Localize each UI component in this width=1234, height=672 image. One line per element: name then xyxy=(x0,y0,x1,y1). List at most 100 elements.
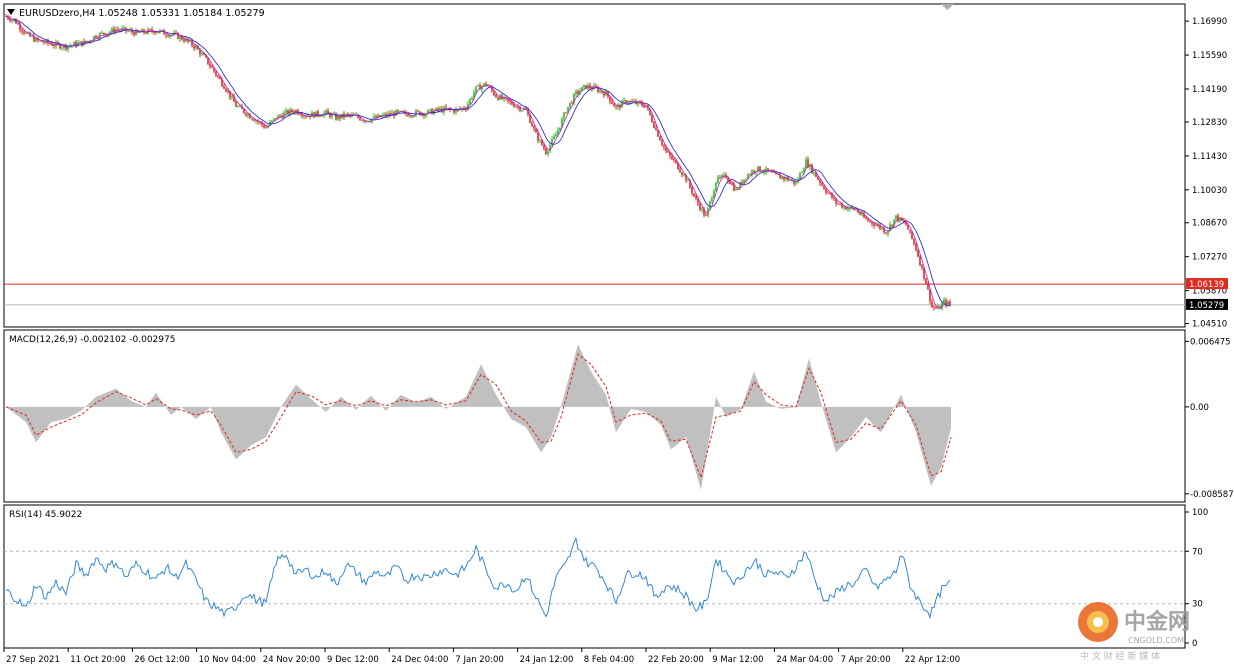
candle-up xyxy=(801,172,803,174)
candle-up xyxy=(735,188,737,191)
candle-down xyxy=(729,181,731,185)
candle-down xyxy=(375,116,377,118)
candle-up xyxy=(773,172,775,174)
candle-down xyxy=(927,284,929,290)
candle-down xyxy=(611,101,613,104)
candle-down xyxy=(837,203,839,205)
candle-down xyxy=(909,229,911,232)
candle-up xyxy=(179,36,181,39)
candle-down xyxy=(667,151,669,153)
candle-down xyxy=(193,45,195,49)
current-price-label: 1.05279 xyxy=(1189,301,1224,311)
price-panel[interactable]: EURUSDzero,H4 1.05248 1.05331 1.05184 1.… xyxy=(3,3,1186,328)
candle-down xyxy=(299,113,301,115)
candle-down xyxy=(705,215,707,217)
candle-down xyxy=(165,34,167,36)
candle-up xyxy=(429,109,431,111)
candle-down xyxy=(359,117,361,121)
candle-up xyxy=(723,174,725,176)
rsi-panel[interactable]: RSI(14) 45.9022 xyxy=(3,504,1186,649)
candle-up xyxy=(195,46,197,49)
candle-up xyxy=(687,180,689,182)
price-tick-label: 1.14190 xyxy=(1192,85,1227,95)
rsi-tick-label: 70 xyxy=(1192,547,1203,557)
price-tick-label: 1.10030 xyxy=(1192,186,1227,196)
candle-up xyxy=(795,182,797,184)
candle-up xyxy=(855,209,857,211)
cngold-watermark: 中金网 CNGOLD.COM 中 文 财 经 新 媒 体 xyxy=(1078,602,1190,662)
candle-up xyxy=(247,114,249,116)
candle-down xyxy=(731,184,733,185)
candle-down xyxy=(417,110,419,112)
candle-down xyxy=(235,101,237,107)
candle-down xyxy=(265,127,267,129)
candle-up xyxy=(255,120,257,122)
candle-down xyxy=(921,265,923,268)
candle-up xyxy=(365,121,367,122)
candle-down xyxy=(17,23,19,25)
candle-up xyxy=(515,106,517,108)
macd-panel[interactable]: MACD(12,26,9) -0.002102 -0.002975 xyxy=(3,329,1186,503)
time-tick-label: 9 Mar 12:00 xyxy=(712,655,763,665)
candle-up xyxy=(569,102,571,108)
candle-down xyxy=(53,45,55,47)
candle-down xyxy=(327,110,329,113)
candle-down xyxy=(571,102,573,104)
candle-up xyxy=(847,208,849,210)
candle-up xyxy=(781,176,783,179)
candle-down xyxy=(749,174,751,176)
candle-up xyxy=(155,32,157,34)
candle-down xyxy=(227,91,229,92)
candle-down xyxy=(493,90,495,96)
time-tick-label: 7 Apr 20:00 xyxy=(841,655,891,665)
time-tick-label: 11 Oct 20:00 xyxy=(70,655,125,665)
price-header: EURUSDzero,H4 1.05248 1.05331 1.05184 1.… xyxy=(19,8,265,19)
candle-down xyxy=(671,155,673,160)
candle-up xyxy=(555,134,557,137)
candle-up xyxy=(325,110,327,113)
candle-down xyxy=(253,119,255,122)
time-tick-label: 22 Feb 20:00 xyxy=(648,655,704,665)
candle-down xyxy=(545,148,547,154)
candle-up xyxy=(201,53,203,55)
candle-down xyxy=(397,110,399,112)
candle-up xyxy=(805,159,807,169)
candle-down xyxy=(839,203,841,205)
candle-up xyxy=(273,118,275,121)
price-tick-label: 1.16990 xyxy=(1192,17,1227,27)
candle-down xyxy=(21,29,23,32)
candle-down xyxy=(859,212,861,215)
candle-down xyxy=(51,43,53,46)
candle-down xyxy=(833,198,835,199)
candle-down xyxy=(177,32,179,39)
candle-down xyxy=(183,39,185,42)
red-level-tag: 1.06139 xyxy=(1186,278,1228,290)
price-tick-label: 1.08670 xyxy=(1192,219,1227,229)
candle-down xyxy=(665,147,667,152)
candle-down xyxy=(211,66,213,68)
candle-down xyxy=(935,307,937,309)
candle-down xyxy=(817,177,819,180)
candle-down xyxy=(699,203,701,210)
candle-up xyxy=(237,106,239,108)
candle-down xyxy=(301,114,303,117)
candle-down xyxy=(167,35,169,37)
candle-up xyxy=(409,115,411,117)
candle-up xyxy=(79,41,81,43)
trading-chart: EURUSDzero,H4 1.05248 1.05331 1.05184 1.… xyxy=(3,3,1234,665)
candle-up xyxy=(709,201,711,209)
candle-down xyxy=(931,301,933,307)
red-level-label: 1.06139 xyxy=(1189,280,1224,290)
candle-up xyxy=(683,174,685,176)
candle-down xyxy=(509,100,511,102)
candle-up xyxy=(875,224,877,226)
candle-down xyxy=(741,182,743,184)
candle-down xyxy=(105,34,107,36)
candle-down xyxy=(209,64,211,67)
candle-down xyxy=(577,91,579,94)
candle-up xyxy=(127,30,129,32)
candle-up xyxy=(539,139,541,141)
candle-up xyxy=(471,97,473,99)
time-tick-label: 24 Mar 04:00 xyxy=(776,655,833,665)
price-tick-label: 1.11430 xyxy=(1192,152,1227,162)
